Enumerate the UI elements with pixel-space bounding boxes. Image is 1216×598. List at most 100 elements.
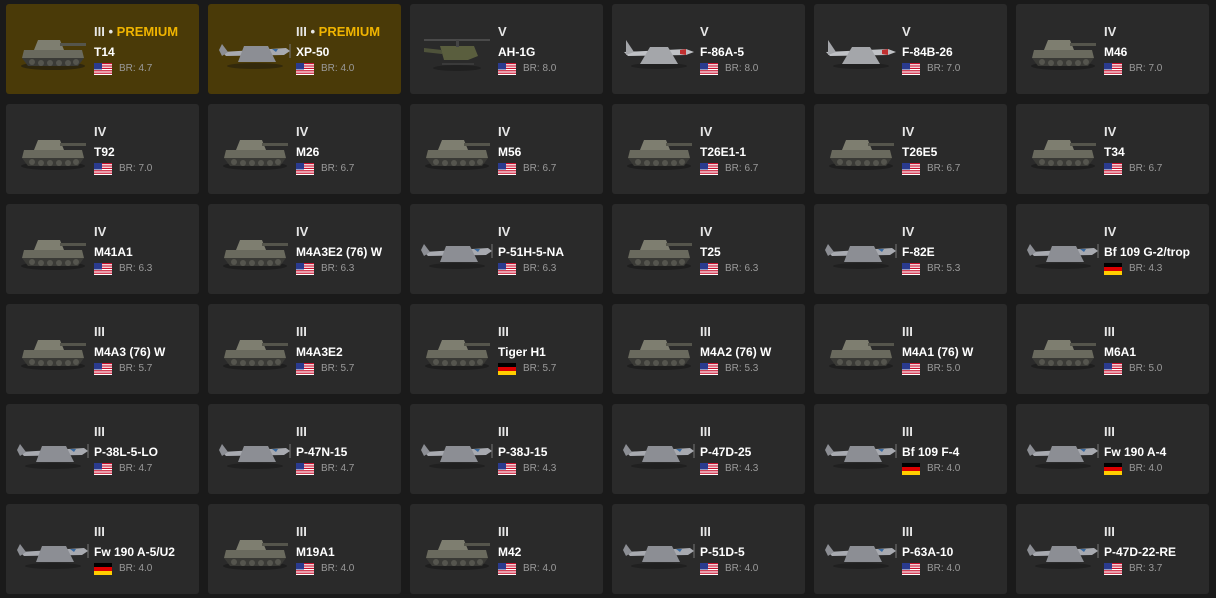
vehicle-card[interactable]: III • PREMIUM T14 BR: 4.7	[6, 4, 199, 94]
battle-rating: BR: 4.0	[321, 63, 355, 74]
battle-rating: BR: 6.7	[725, 163, 759, 174]
rank-label: III	[94, 324, 105, 339]
vehicle-card[interactable]: IV P-51H-5-NA BR: 6.3	[410, 204, 603, 294]
vehicle-card[interactable]: IV T25 BR: 6.3	[612, 204, 805, 294]
vehicle-name: M4A3E2	[296, 345, 343, 359]
vehicle-name: Tiger H1	[498, 345, 546, 359]
vehicle-rank: III	[296, 325, 397, 339]
rank-label: III	[296, 424, 307, 439]
usa-flag-icon	[94, 363, 112, 375]
usa-flag-icon	[700, 163, 718, 175]
vehicle-card[interactable]: III P-51D-5 BR: 4.0	[612, 504, 805, 594]
vehicle-card[interactable]: III • PREMIUM XP-50 BR: 4.0	[208, 4, 401, 94]
vehicle-card[interactable]: IV T26E1-1 BR: 6.7	[612, 104, 805, 194]
vehicle-card[interactable]: IV M4A3E2 (76) W BR: 6.3	[208, 204, 401, 294]
rank-label: III	[296, 324, 307, 339]
vehicle-rank: V	[700, 25, 801, 39]
vehicle-card[interactable]: V AH-1G BR: 8.0	[410, 4, 603, 94]
vehicle-rank: III	[1104, 425, 1205, 439]
vehicle-rank: III	[700, 525, 801, 539]
rank-label: III	[94, 524, 105, 539]
vehicle-card[interactable]: III Fw 190 A-4 BR: 4.0	[1016, 404, 1209, 494]
rank-label: IV	[1104, 224, 1117, 239]
battle-rating: BR: 4.0	[725, 563, 759, 574]
vehicle-name: M41A1	[94, 245, 133, 259]
tank-icon	[418, 322, 496, 376]
vehicle-meta: BR: 4.0	[498, 563, 599, 575]
vehicle-info: III P-47N-15 BR: 4.7	[296, 425, 397, 475]
vehicle-meta: BR: 4.3	[700, 463, 801, 475]
usa-flag-icon	[498, 563, 516, 575]
vehicle-card[interactable]: III M42 BR: 4.0	[410, 504, 603, 594]
vehicle-name: M56	[498, 145, 522, 159]
vehicle-card[interactable]: III M4A3 (76) W BR: 5.7	[6, 304, 199, 394]
vehicle-meta: BR: 8.0	[700, 63, 801, 75]
vehicle-card[interactable]: IV M46 BR: 7.0	[1016, 4, 1209, 94]
usa-flag-icon	[700, 463, 718, 475]
vehicle-meta: BR: 7.0	[902, 63, 1003, 75]
battle-rating: BR: 4.7	[119, 463, 153, 474]
vehicle-card[interactable]: III M4A2 (76) W BR: 5.3	[612, 304, 805, 394]
vehicle-card[interactable]: III P-47N-15 BR: 4.7	[208, 404, 401, 494]
vehicle-info: V F-86A-5 BR: 8.0	[700, 25, 801, 75]
vehicle-card[interactable]: IV T26E5 BR: 6.7	[814, 104, 1007, 194]
vehicle-card[interactable]: III P-47D-22-RE BR: 3.7	[1016, 504, 1209, 594]
premium-label: PREMIUM	[116, 24, 179, 39]
vehicle-meta: BR: 4.0	[902, 463, 1003, 475]
vehicle-card[interactable]: III M19A1 BR: 4.0	[208, 504, 401, 594]
vehicle-meta: BR: 5.3	[902, 263, 1003, 275]
vehicle-rank: III	[902, 425, 1003, 439]
vehicle-card[interactable]: V F-84B-26 BR: 7.0	[814, 4, 1007, 94]
vehicle-card[interactable]: III M4A1 (76) W BR: 5.0	[814, 304, 1007, 394]
vehicle-card[interactable]: IV M26 BR: 6.7	[208, 104, 401, 194]
rank-label: III	[700, 324, 711, 339]
vehicle-info: IV M56 BR: 6.7	[498, 125, 599, 175]
vehicle-card[interactable]: III M6A1 BR: 5.0	[1016, 304, 1209, 394]
vehicle-rank: III	[1104, 525, 1205, 539]
vehicle-info: III M19A1 BR: 4.0	[296, 525, 397, 575]
vehicle-card[interactable]: III P-38L-5-LO BR: 4.7	[6, 404, 199, 494]
rank-label: III	[296, 24, 307, 39]
battle-rating: BR: 4.7	[119, 63, 153, 74]
vehicle-rank: III	[700, 425, 801, 439]
vehicle-rank: III	[94, 325, 195, 339]
vehicle-info: IV M26 BR: 6.7	[296, 125, 397, 175]
vehicle-card[interactable]: IV F-82E BR: 5.3	[814, 204, 1007, 294]
vehicle-info: III Fw 190 A-5/U2 BR: 4.0	[94, 525, 195, 575]
usa-flag-icon	[700, 63, 718, 75]
vehicle-rank: III	[296, 425, 397, 439]
vehicle-card[interactable]: IV T34 BR: 6.7	[1016, 104, 1209, 194]
usa-flag-icon	[902, 363, 920, 375]
vehicle-rank: III	[1104, 325, 1205, 339]
vehicle-card[interactable]: V F-86A-5 BR: 8.0	[612, 4, 805, 94]
vehicle-card[interactable]: IV M56 BR: 6.7	[410, 104, 603, 194]
vehicle-grid: III • PREMIUM T14 BR: 4.7 III • PREMIUM XP-5…	[6, 4, 1209, 594]
plane-icon	[822, 522, 900, 576]
vehicle-info: III M4A3 (76) W BR: 5.7	[94, 325, 195, 375]
rank-label: III	[94, 424, 105, 439]
usa-flag-icon	[296, 263, 314, 275]
plane-icon	[14, 522, 92, 576]
battle-rating: BR: 4.3	[1129, 263, 1163, 274]
vehicle-info: III P-38J-15 BR: 4.3	[498, 425, 599, 475]
vehicle-card[interactable]: III M4A3E2 BR: 5.7	[208, 304, 401, 394]
usa-flag-icon	[498, 463, 516, 475]
vehicle-card[interactable]: III Bf 109 F-4 BR: 4.0	[814, 404, 1007, 494]
tank-icon	[822, 322, 900, 376]
battle-rating: BR: 4.0	[523, 563, 557, 574]
plane-icon	[418, 422, 496, 476]
vehicle-card[interactable]: III P-38J-15 BR: 4.3	[410, 404, 603, 494]
vehicle-card[interactable]: III Tiger H1 BR: 5.7	[410, 304, 603, 394]
battle-rating: BR: 4.0	[321, 563, 355, 574]
rank-label: IV	[498, 224, 511, 239]
vehicle-card[interactable]: III P-63A-10 BR: 4.0	[814, 504, 1007, 594]
vehicle-card[interactable]: III Fw 190 A-5/U2 BR: 4.0	[6, 504, 199, 594]
tank-icon	[620, 322, 698, 376]
vehicle-card[interactable]: IV Bf 109 G-2/trop BR: 4.3	[1016, 204, 1209, 294]
plane-icon	[418, 222, 496, 276]
vehicle-card[interactable]: III P-47D-25 BR: 4.3	[612, 404, 805, 494]
vehicle-rank: IV	[1104, 225, 1205, 239]
vehicle-card[interactable]: IV T92 BR: 7.0	[6, 104, 199, 194]
vehicle-name: M4A2 (76) W	[700, 345, 772, 359]
vehicle-card[interactable]: IV M41A1 BR: 6.3	[6, 204, 199, 294]
